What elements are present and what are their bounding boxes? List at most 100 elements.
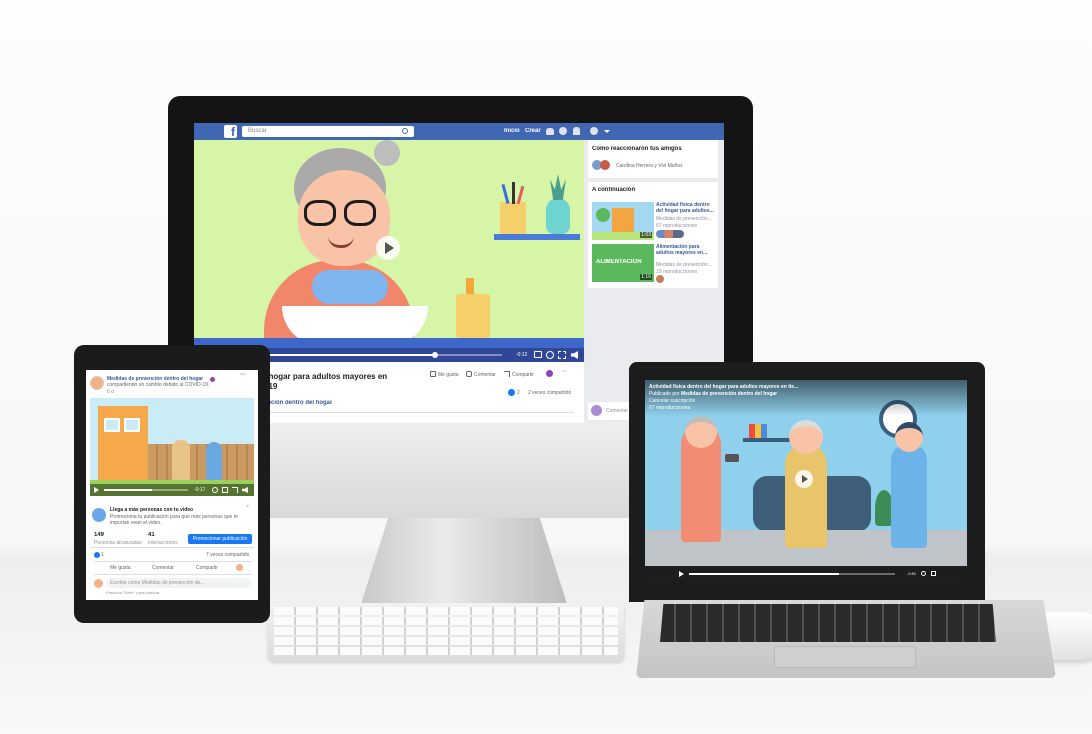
interactions-value: 41 bbox=[148, 532, 155, 538]
comment-button[interactable]: Comentar bbox=[152, 565, 174, 571]
progress-fill bbox=[689, 573, 839, 575]
progress-bar[interactable] bbox=[104, 489, 188, 491]
fence bbox=[148, 444, 254, 480]
post-subtitle: compartiendo un cambio debido al COVID-1… bbox=[107, 382, 210, 388]
comment-input[interactable]: Comentar bbox=[606, 408, 628, 414]
search-icon[interactable] bbox=[402, 128, 408, 134]
close-icon[interactable]: × bbox=[246, 504, 249, 510]
share-icon[interactable] bbox=[504, 371, 510, 377]
page-avatar[interactable] bbox=[90, 376, 104, 390]
comment-icon[interactable] bbox=[466, 371, 472, 377]
user-avatar bbox=[591, 405, 602, 416]
help-icon[interactable] bbox=[590, 127, 598, 135]
volume-icon[interactable] bbox=[571, 351, 578, 359]
reaction-count[interactable]: 1 bbox=[101, 552, 104, 558]
progress-thumb[interactable] bbox=[432, 352, 438, 358]
comment-input[interactable]: Escribe como Medidas de prevención de... bbox=[106, 578, 252, 588]
up-next-item-page[interactable]: Medidas de prevención... bbox=[656, 216, 716, 222]
progress-bar[interactable] bbox=[689, 573, 895, 575]
reaction-count[interactable]: 2 bbox=[517, 390, 520, 396]
fullscreen-icon[interactable] bbox=[931, 571, 936, 576]
settings-icon[interactable] bbox=[921, 571, 926, 576]
up-next-item-views: 19 reproducciones bbox=[656, 269, 698, 275]
volume-icon[interactable] bbox=[242, 487, 248, 493]
video-controls: -0:51 bbox=[645, 566, 967, 582]
play-icon[interactable] bbox=[679, 571, 684, 577]
share-button[interactable]: Compartir bbox=[196, 565, 218, 571]
boy bbox=[891, 444, 927, 548]
like-button[interactable]: Me gusta bbox=[438, 372, 459, 378]
dumbbell bbox=[725, 454, 739, 462]
share-count[interactable]: 7 veces compartido bbox=[206, 552, 249, 558]
up-next-thumb[interactable]: ALIMENTACIÓN 1:16 bbox=[592, 244, 654, 282]
thumb-label: ALIMENTACIÓN bbox=[596, 259, 642, 265]
plant bbox=[550, 174, 566, 200]
promo-title: Llega a más personas con tu video bbox=[110, 507, 194, 513]
promote-button[interactable]: Promocionar publicación bbox=[188, 534, 252, 544]
pencil bbox=[512, 182, 515, 204]
like-icon[interactable] bbox=[430, 371, 436, 377]
menu-caret-icon[interactable] bbox=[604, 130, 610, 133]
unsubscribe-link[interactable]: Cancelar suscripción bbox=[649, 398, 695, 404]
boy bbox=[206, 442, 222, 480]
video-player[interactable]: -0:12 bbox=[194, 140, 584, 362]
video-overlay: Actividad física dentro del hogar para a… bbox=[645, 380, 967, 416]
reaction-like-icon bbox=[94, 552, 100, 558]
search-input[interactable]: Buscar bbox=[242, 126, 414, 137]
post-time[interactable]: 5 d bbox=[107, 389, 114, 395]
settings-icon[interactable] bbox=[212, 487, 218, 493]
audience-avatar[interactable] bbox=[236, 564, 243, 571]
cc-icon[interactable] bbox=[534, 351, 542, 358]
reactions-card: Cómo reaccionaron tus amigos Carolina He… bbox=[588, 140, 718, 178]
fullscreen-icon[interactable] bbox=[222, 487, 228, 493]
play-icon[interactable] bbox=[94, 487, 99, 493]
play-button[interactable] bbox=[376, 236, 400, 260]
viewer-avatars bbox=[656, 230, 684, 238]
laptop-screen: Actividad física dentro del hogar para a… bbox=[645, 380, 967, 582]
page-link[interactable]: Medidas de prevención dentro del hogar bbox=[681, 391, 777, 397]
glasses-right bbox=[344, 200, 376, 226]
views-count: 67 reproducciones bbox=[649, 405, 691, 411]
friend-avatar[interactable] bbox=[600, 160, 610, 170]
share-button[interactable]: Compartir bbox=[512, 372, 534, 378]
video-time: -0:12 bbox=[516, 352, 528, 358]
tablet-video[interactable]: -0:17 bbox=[90, 398, 254, 496]
more-options-icon[interactable]: ··· bbox=[240, 372, 246, 378]
up-next-item-page[interactable]: Medidas de prevención... bbox=[656, 262, 716, 268]
keyboard bbox=[268, 603, 624, 661]
shelf bbox=[494, 234, 580, 240]
settings-icon[interactable] bbox=[546, 351, 554, 359]
comment-button[interactable]: Comentar bbox=[474, 372, 496, 378]
grandpa bbox=[785, 444, 827, 548]
expand-icon[interactable] bbox=[232, 487, 238, 493]
friends-icon[interactable] bbox=[546, 128, 554, 135]
facebook-logo-icon[interactable]: f bbox=[224, 125, 237, 139]
grandma-bun bbox=[374, 140, 400, 166]
up-next-item-title[interactable]: Alimentación para adultos mayores en... bbox=[656, 244, 716, 262]
thumb-house bbox=[612, 208, 634, 234]
soap-bubbles bbox=[312, 270, 388, 304]
wall-shelf bbox=[743, 438, 791, 442]
up-next-thumb[interactable]: 1:03 bbox=[592, 202, 654, 240]
reach-value: 149 bbox=[94, 532, 105, 538]
grandpa-head bbox=[789, 420, 823, 454]
more-options-icon[interactable]: ··· bbox=[562, 369, 567, 375]
play-button[interactable] bbox=[795, 470, 813, 488]
fullscreen-icon[interactable] bbox=[558, 351, 566, 359]
messenger-icon[interactable] bbox=[559, 127, 567, 135]
notifications-icon[interactable] bbox=[573, 127, 580, 135]
enter-hint: Presiona "Enter" para publicar. bbox=[106, 590, 161, 595]
post-page-link[interactable]: ención dentro del hogar bbox=[264, 400, 332, 406]
page-avatar[interactable] bbox=[546, 370, 553, 377]
nav-home[interactable]: Inicio bbox=[504, 128, 520, 134]
share-count[interactable]: 2 veces compartido bbox=[528, 390, 571, 396]
laptop-trackpad bbox=[774, 646, 916, 668]
soap-pump bbox=[466, 278, 474, 294]
nav-create[interactable]: Crear bbox=[525, 128, 541, 134]
divider bbox=[94, 561, 252, 562]
video-title: Actividad física dentro del hogar para a… bbox=[649, 384, 799, 390]
thumb-tree bbox=[596, 208, 610, 222]
keyboard-keys bbox=[274, 607, 618, 657]
like-button[interactable]: Me gusta bbox=[110, 565, 131, 571]
up-next-item-title[interactable]: Actividad física dentro del hogar para a… bbox=[656, 202, 716, 214]
